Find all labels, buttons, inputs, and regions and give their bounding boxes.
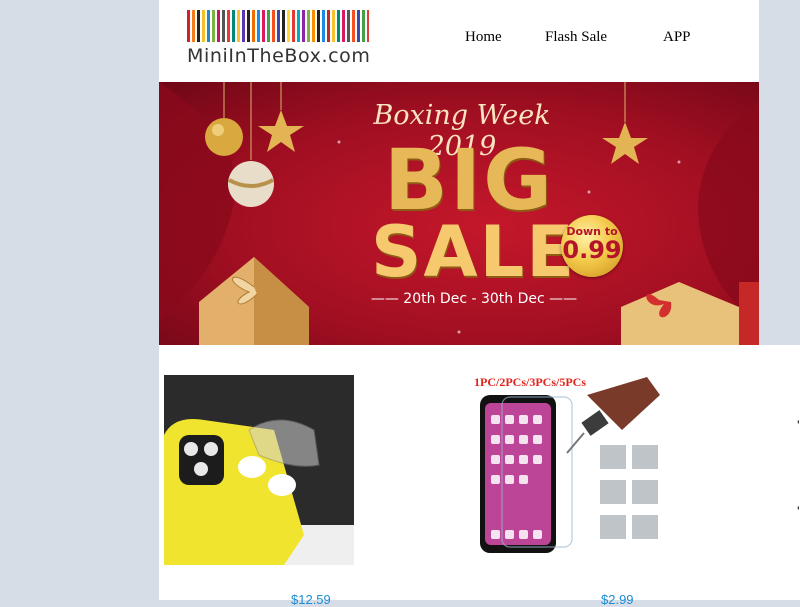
page-body: MiniInTheBox.com Home Flash Sale APP Box… (159, 0, 759, 607)
phone-case-photo (164, 375, 354, 565)
product-variant-tag: 1PC/2PCs/3PCs/5PCs (474, 375, 586, 389)
brand-logo[interactable]: MiniInTheBox.com (187, 10, 377, 68)
header: MiniInTheBox.com Home Flash Sale APP (159, 0, 759, 82)
gold-ornament-icon (205, 118, 243, 156)
brand-wordmark: MiniInTheBox.com (187, 45, 371, 67)
screen-protector-photo (480, 377, 660, 553)
edge-glyph: ' (797, 417, 800, 433)
nav-flash-sale-link[interactable]: Flash Sale (545, 29, 607, 46)
logo-stripes (187, 10, 369, 42)
promo-banner[interactable]: Boxing Week 2019 BIG SALE Down to 0.99 —… (159, 82, 759, 345)
banner-sale-text: SALE (371, 211, 577, 293)
nav-home-link[interactable]: Home (465, 29, 502, 46)
gift-box-icon (199, 257, 309, 345)
silver-ornament-icon (228, 161, 274, 207)
star-ornament-icon (258, 110, 304, 152)
badge-price: 0.99 (562, 236, 622, 264)
nav-app-link[interactable]: APP (663, 29, 691, 46)
banner-dates: —— 20th Dec - 30th Dec —— (370, 291, 578, 307)
star-ornament-icon (602, 122, 648, 164)
product-image-screen-protector[interactable]: 1PC/2PCs/3PCs/5PCs (472, 375, 662, 565)
page-body-overflow: ' ' (759, 345, 800, 600)
product-image-phone-case[interactable] (164, 375, 354, 565)
banner-big-text: BIG (383, 131, 555, 229)
discount-badge: Down to 0.99 (561, 215, 623, 277)
edge-glyph: ' (797, 503, 800, 519)
